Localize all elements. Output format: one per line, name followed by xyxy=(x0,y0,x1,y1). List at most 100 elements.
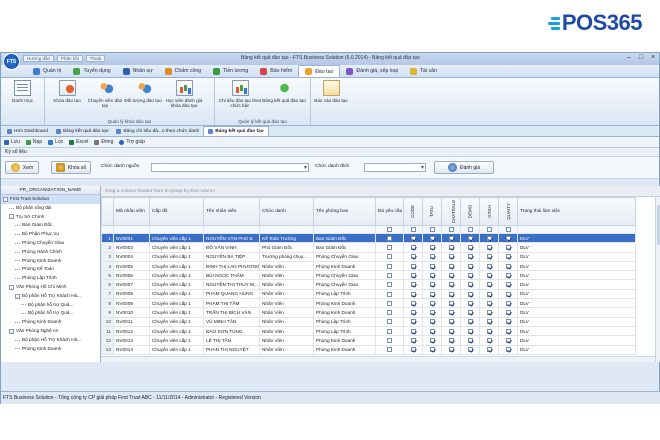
skill-checkbox[interactable] xyxy=(486,254,492,260)
skill-checkbox[interactable] xyxy=(429,319,435,325)
skill-checkbox[interactable] xyxy=(429,300,435,306)
table-row[interactable]: 12 NV0013 Chuyên viên cấp 1 LÊ THỊ TẦN Nhân … xyxy=(101,335,636,346)
cell-skill[interactable] xyxy=(498,260,518,272)
cell-phong-ban[interactable]: Phòng Kinh Doanh xyxy=(313,344,376,355)
cell-cap-do[interactable]: Chuyên viên cấp 1 xyxy=(149,251,204,262)
table-row[interactable]: 4 NV0005 Chuyên viên cấp 1 ĐINH THỊ LAN PHƯ… xyxy=(101,260,636,272)
requirement-checkbox[interactable] xyxy=(387,254,392,260)
view-button[interactable]: Xem xyxy=(5,161,39,174)
cell-skill[interactable] xyxy=(498,232,518,244)
ribbon-tab-4[interactable]: Tiền lương xyxy=(207,65,254,77)
cell-phong-ban[interactable]: Phòng Lập Trình xyxy=(313,316,376,327)
skill-checkbox[interactable] xyxy=(410,291,416,297)
cell-requirement[interactable] xyxy=(375,298,404,309)
doc-tab-0[interactable]: Hrm Dashboard xyxy=(3,126,52,136)
table-row[interactable]: 3 NV0004 Chuyên viên cấp 1 NGUYỄN BÁ TIỆP Tr… xyxy=(101,251,636,262)
tree-node[interactable]: Bộ Phận Phục Vụ xyxy=(1,230,100,239)
cell-skill[interactable] xyxy=(498,335,518,346)
doc-tab-3[interactable]: Bảng kết quả đào tạo xyxy=(203,126,269,136)
requirement-checkbox[interactable] xyxy=(387,263,392,269)
cell-skill[interactable] xyxy=(403,307,423,318)
skill-checkbox[interactable] xyxy=(505,347,511,353)
cell-phong-ban[interactable]: Phòng Kinh Doanh xyxy=(313,260,376,272)
requirement-checkbox[interactable] xyxy=(387,310,392,316)
skill-checkbox[interactable] xyxy=(410,300,416,306)
cell-ten[interactable]: NGUYỄN BÁ TIỆP xyxy=(203,251,260,262)
column-header[interactable]: Chức danh xyxy=(259,197,314,226)
cell-ma[interactable]: NV0011 xyxy=(113,316,150,327)
table-row[interactable]: 13 NV0014 Chuyên viên cấp 1 PHAN THỊ NGUYỆT… xyxy=(101,344,636,355)
filter-cell[interactable] xyxy=(101,225,114,234)
skill-checkbox[interactable] xyxy=(486,310,492,316)
cell-skill[interactable] xyxy=(403,279,423,290)
cell-skill[interactable] xyxy=(441,279,461,290)
skill-checkbox[interactable] xyxy=(505,338,511,344)
tree-node[interactable]: - Trụ Sở Chính xyxy=(1,213,100,222)
cell-ten[interactable]: ĐỖ VĂN VINH xyxy=(203,242,260,253)
cell-skill[interactable] xyxy=(460,270,480,281)
cell-work-status[interactable]: DLV xyxy=(517,260,636,272)
skill-checkbox[interactable] xyxy=(410,319,416,325)
cell-cap-do[interactable]: Chuyên viên cấp 1 xyxy=(149,325,204,337)
requirement-checkbox[interactable] xyxy=(387,319,392,325)
cell-chuc-danh[interactable]: Nhân Viên xyxy=(259,270,314,281)
skill-checkbox[interactable] xyxy=(410,282,416,288)
cell-ten[interactable]: NGUYỄN VĂN PHÚ B xyxy=(203,232,260,244)
filter-cell[interactable] xyxy=(203,225,260,234)
skill-checkbox[interactable] xyxy=(410,347,416,353)
tree-node[interactable]: Phòng Hành Chính xyxy=(1,248,100,257)
cell-ten[interactable]: BÙI NGỌC THẮM xyxy=(203,270,260,281)
cell-skill[interactable] xyxy=(498,288,518,300)
column-header[interactable]: Đủ yêu cầu xyxy=(375,197,404,226)
cell-ma[interactable]: NV0008 xyxy=(113,288,150,300)
cell-cap-do[interactable]: Chuyên viên cấp 1 xyxy=(149,298,204,309)
cell-chuc-danh[interactable]: Kế Toán Trưởng xyxy=(259,232,314,244)
cell-skill[interactable] xyxy=(460,260,480,272)
filter-cell[interactable] xyxy=(149,225,204,234)
cell-chuc-danh[interactable]: Trưởng phòng chuy... xyxy=(259,251,314,262)
cell-skill[interactable] xyxy=(403,288,423,300)
skill-checkbox[interactable] xyxy=(467,300,473,306)
cell-skill[interactable] xyxy=(498,270,518,281)
skill-checkbox[interactable] xyxy=(467,319,473,325)
cell-phong-ban[interactable]: Phòng Chuyển Giao xyxy=(313,270,376,281)
cell-phong-ban[interactable]: Phòng Lập Trình xyxy=(313,288,376,300)
skill-checkbox[interactable] xyxy=(467,235,473,241)
skill-checkbox[interactable] xyxy=(467,272,473,278)
skill-checkbox[interactable] xyxy=(467,282,473,288)
cell-cap-do[interactable]: Chuyên viên cấp 1 xyxy=(149,307,204,318)
tree-node[interactable]: Bộ phận Hỗ Trợ Khách Hà... xyxy=(1,336,100,345)
column-header[interactable]: TATU xyxy=(422,197,442,226)
cell-ma[interactable]: NV0014 xyxy=(113,344,150,355)
column-header[interactable]: CHATSALE xyxy=(441,197,461,226)
cell-work-status[interactable]: DLV xyxy=(517,344,636,355)
cell-work-status[interactable]: DLV xyxy=(517,232,636,244)
quick-access-help[interactable]: Hướng dẫn xyxy=(23,55,54,62)
skill-checkbox[interactable] xyxy=(429,254,435,260)
skill-checkbox[interactable] xyxy=(448,235,454,241)
course-button[interactable]: Khóa đào tạo xyxy=(48,80,86,116)
cell-skill[interactable] xyxy=(403,260,423,272)
column-header[interactable]: CODE xyxy=(403,197,423,226)
skill-checkbox[interactable] xyxy=(467,245,473,251)
filter-cell[interactable] xyxy=(313,225,376,234)
filter-cell[interactable] xyxy=(479,225,499,234)
cell-cap-do[interactable]: Chuyên viên cấp 1 xyxy=(149,270,204,281)
cell-phong-ban[interactable]: Ban Giám Đốc xyxy=(313,232,376,244)
requirement-checkbox[interactable] xyxy=(387,347,392,353)
tree-node[interactable]: Phòng Kế Toán xyxy=(1,265,100,274)
cell-requirement[interactable] xyxy=(375,288,404,300)
cell-requirement[interactable] xyxy=(375,344,404,355)
cell-chuc-danh[interactable]: Nhân Viên xyxy=(259,325,314,337)
cell-phong-ban[interactable]: Phòng Kinh Doanh xyxy=(313,335,376,346)
column-header[interactable]: QUAITY xyxy=(498,197,518,226)
cell-chuc-danh[interactable]: Nhân Viên xyxy=(259,279,314,290)
skill-checkbox[interactable] xyxy=(505,254,511,260)
reload-button[interactable]: Nạp xyxy=(25,139,42,145)
quota-button[interactable]: Chỉ tiêu đào tạo theo chức bậc xyxy=(218,80,262,116)
cell-skill[interactable] xyxy=(460,279,480,290)
column-header[interactable]: Mã nhân viên xyxy=(113,197,150,226)
cell-skill[interactable] xyxy=(422,260,442,272)
cell-chuc-danh[interactable]: Nhân Viên xyxy=(259,288,314,300)
cell-work-status[interactable]: DLV xyxy=(517,325,636,337)
